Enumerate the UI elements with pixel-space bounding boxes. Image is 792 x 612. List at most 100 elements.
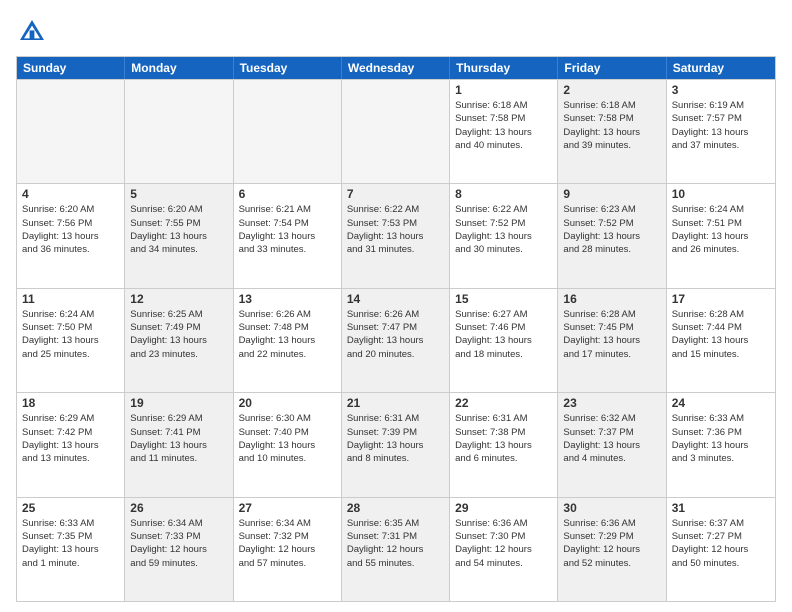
- day-number: 5: [130, 187, 227, 201]
- day-cell-1: 1 Sunrise: 6:18 AM Sunset: 7:58 PM Daylig…: [450, 80, 558, 183]
- day-cell-21: 21 Sunrise: 6:31 AM Sunset: 7:39 PM Dayli…: [342, 393, 450, 496]
- weekday-header-monday: Monday: [125, 57, 233, 79]
- calendar-row-1: 4 Sunrise: 6:20 AM Sunset: 7:56 PM Daylig…: [17, 183, 775, 287]
- weekday-header-friday: Friday: [558, 57, 666, 79]
- day-info: Sunrise: 6:20 AM Sunset: 7:55 PM Dayligh…: [130, 203, 227, 256]
- day-cell-6: 6 Sunrise: 6:21 AM Sunset: 7:54 PM Daylig…: [234, 184, 342, 287]
- day-cell-11: 11Sunrise: 6:24 AM Sunset: 7:50 PM Dayli…: [17, 289, 125, 392]
- day-cell-19: 19 Sunrise: 6:29 AM Sunset: 7:41 PM Dayli…: [125, 393, 233, 496]
- day-info: Sunrise: 6:24 AM Sunset: 7:51 PM Dayligh…: [672, 203, 770, 256]
- day-cell-23: 23Sunrise: 6:32 AM Sunset: 7:37 PM Dayli…: [558, 393, 666, 496]
- weekday-header-saturday: Saturday: [667, 57, 775, 79]
- day-info: Sunrise: 6:30 AM Sunset: 7:40 PM Dayligh…: [239, 412, 336, 465]
- day-info: Sunrise: 6:37 AM Sunset: 7:27 PM Dayligh…: [672, 517, 770, 570]
- weekday-header-tuesday: Tuesday: [234, 57, 342, 79]
- day-number: 9: [563, 187, 660, 201]
- empty-cell-0-1: [125, 80, 233, 183]
- day-number: 16: [563, 292, 660, 306]
- day-cell-10: 10Sunrise: 6:24 AM Sunset: 7:51 PM Dayli…: [667, 184, 775, 287]
- day-info: Sunrise: 6:28 AM Sunset: 7:44 PM Dayligh…: [672, 308, 770, 361]
- day-cell-17: 17 Sunrise: 6:28 AM Sunset: 7:44 PM Dayli…: [667, 289, 775, 392]
- day-number: 19: [130, 396, 227, 410]
- day-info: Sunrise: 6:22 AM Sunset: 7:52 PM Dayligh…: [455, 203, 552, 256]
- weekday-header-sunday: Sunday: [17, 57, 125, 79]
- day-info: Sunrise: 6:22 AM Sunset: 7:53 PM Dayligh…: [347, 203, 444, 256]
- calendar-header: SundayMondayTuesdayWednesdayThursdayFrid…: [17, 57, 775, 79]
- weekday-header-wednesday: Wednesday: [342, 57, 450, 79]
- day-info: Sunrise: 6:34 AM Sunset: 7:32 PM Dayligh…: [239, 517, 336, 570]
- day-info: Sunrise: 6:28 AM Sunset: 7:45 PM Dayligh…: [563, 308, 660, 361]
- day-cell-9: 9 Sunrise: 6:23 AM Sunset: 7:52 PM Daylig…: [558, 184, 666, 287]
- day-number: 27: [239, 501, 336, 515]
- header: [16, 16, 776, 48]
- day-cell-2: 2 Sunrise: 6:18 AM Sunset: 7:58 PM Daylig…: [558, 80, 666, 183]
- day-info: Sunrise: 6:18 AM Sunset: 7:58 PM Dayligh…: [563, 99, 660, 152]
- day-cell-3: 3Sunrise: 6:19 AM Sunset: 7:57 PM Daylig…: [667, 80, 775, 183]
- empty-cell-0-3: [342, 80, 450, 183]
- day-cell-12: 12 Sunrise: 6:25 AM Sunset: 7:49 PM Dayli…: [125, 289, 233, 392]
- day-cell-22: 22 Sunrise: 6:31 AM Sunset: 7:38 PM Dayli…: [450, 393, 558, 496]
- logo: [16, 16, 52, 48]
- page: SundayMondayTuesdayWednesdayThursdayFrid…: [0, 0, 792, 612]
- weekday-header-thursday: Thursday: [450, 57, 558, 79]
- day-info: Sunrise: 6:33 AM Sunset: 7:35 PM Dayligh…: [22, 517, 119, 570]
- day-number: 22: [455, 396, 552, 410]
- day-info: Sunrise: 6:31 AM Sunset: 7:38 PM Dayligh…: [455, 412, 552, 465]
- day-info: Sunrise: 6:35 AM Sunset: 7:31 PM Dayligh…: [347, 517, 444, 570]
- day-info: Sunrise: 6:33 AM Sunset: 7:36 PM Dayligh…: [672, 412, 770, 465]
- day-cell-5: 5 Sunrise: 6:20 AM Sunset: 7:55 PM Daylig…: [125, 184, 233, 287]
- day-cell-29: 29Sunrise: 6:36 AM Sunset: 7:30 PM Dayli…: [450, 498, 558, 601]
- day-info: Sunrise: 6:29 AM Sunset: 7:41 PM Dayligh…: [130, 412, 227, 465]
- day-number: 13: [239, 292, 336, 306]
- day-cell-8: 8 Sunrise: 6:22 AM Sunset: 7:52 PM Daylig…: [450, 184, 558, 287]
- day-info: Sunrise: 6:25 AM Sunset: 7:49 PM Dayligh…: [130, 308, 227, 361]
- day-info: Sunrise: 6:29 AM Sunset: 7:42 PM Dayligh…: [22, 412, 119, 465]
- day-cell-16: 16 Sunrise: 6:28 AM Sunset: 7:45 PM Dayli…: [558, 289, 666, 392]
- calendar-row-0: 1 Sunrise: 6:18 AM Sunset: 7:58 PM Daylig…: [17, 79, 775, 183]
- day-info: Sunrise: 6:18 AM Sunset: 7:58 PM Dayligh…: [455, 99, 552, 152]
- day-number: 15: [455, 292, 552, 306]
- day-cell-15: 15Sunrise: 6:27 AM Sunset: 7:46 PM Dayli…: [450, 289, 558, 392]
- calendar-row-3: 18 Sunrise: 6:29 AM Sunset: 7:42 PM Dayli…: [17, 392, 775, 496]
- day-number: 25: [22, 501, 119, 515]
- day-number: 7: [347, 187, 444, 201]
- day-info: Sunrise: 6:21 AM Sunset: 7:54 PM Dayligh…: [239, 203, 336, 256]
- day-info: Sunrise: 6:26 AM Sunset: 7:47 PM Dayligh…: [347, 308, 444, 361]
- calendar: SundayMondayTuesdayWednesdayThursdayFrid…: [16, 56, 776, 602]
- day-cell-25: 25 Sunrise: 6:33 AM Sunset: 7:35 PM Dayli…: [17, 498, 125, 601]
- logo-icon: [16, 16, 48, 48]
- day-cell-7: 7 Sunrise: 6:22 AM Sunset: 7:53 PM Daylig…: [342, 184, 450, 287]
- calendar-body: 1 Sunrise: 6:18 AM Sunset: 7:58 PM Daylig…: [17, 79, 775, 601]
- day-info: Sunrise: 6:23 AM Sunset: 7:52 PM Dayligh…: [563, 203, 660, 256]
- day-number: 12: [130, 292, 227, 306]
- day-info: Sunrise: 6:20 AM Sunset: 7:56 PM Dayligh…: [22, 203, 119, 256]
- day-number: 21: [347, 396, 444, 410]
- day-number: 17: [672, 292, 770, 306]
- day-number: 24: [672, 396, 770, 410]
- day-cell-26: 26 Sunrise: 6:34 AM Sunset: 7:33 PM Dayli…: [125, 498, 233, 601]
- day-number: 18: [22, 396, 119, 410]
- day-info: Sunrise: 6:36 AM Sunset: 7:30 PM Dayligh…: [455, 517, 552, 570]
- day-cell-13: 13Sunrise: 6:26 AM Sunset: 7:48 PM Dayli…: [234, 289, 342, 392]
- calendar-row-4: 25 Sunrise: 6:33 AM Sunset: 7:35 PM Dayli…: [17, 497, 775, 601]
- day-number: 11: [22, 292, 119, 306]
- day-cell-31: 31Sunrise: 6:37 AM Sunset: 7:27 PM Dayli…: [667, 498, 775, 601]
- day-info: Sunrise: 6:32 AM Sunset: 7:37 PM Dayligh…: [563, 412, 660, 465]
- day-number: 30: [563, 501, 660, 515]
- day-info: Sunrise: 6:19 AM Sunset: 7:57 PM Dayligh…: [672, 99, 770, 152]
- empty-cell-0-2: [234, 80, 342, 183]
- day-info: Sunrise: 6:36 AM Sunset: 7:29 PM Dayligh…: [563, 517, 660, 570]
- day-number: 1: [455, 83, 552, 97]
- day-cell-24: 24 Sunrise: 6:33 AM Sunset: 7:36 PM Dayli…: [667, 393, 775, 496]
- day-number: 6: [239, 187, 336, 201]
- day-number: 4: [22, 187, 119, 201]
- day-number: 14: [347, 292, 444, 306]
- day-info: Sunrise: 6:34 AM Sunset: 7:33 PM Dayligh…: [130, 517, 227, 570]
- day-number: 8: [455, 187, 552, 201]
- day-number: 26: [130, 501, 227, 515]
- day-number: 2: [563, 83, 660, 97]
- day-info: Sunrise: 6:31 AM Sunset: 7:39 PM Dayligh…: [347, 412, 444, 465]
- day-cell-18: 18 Sunrise: 6:29 AM Sunset: 7:42 PM Dayli…: [17, 393, 125, 496]
- day-cell-28: 28Sunrise: 6:35 AM Sunset: 7:31 PM Dayli…: [342, 498, 450, 601]
- day-cell-20: 20Sunrise: 6:30 AM Sunset: 7:40 PM Dayli…: [234, 393, 342, 496]
